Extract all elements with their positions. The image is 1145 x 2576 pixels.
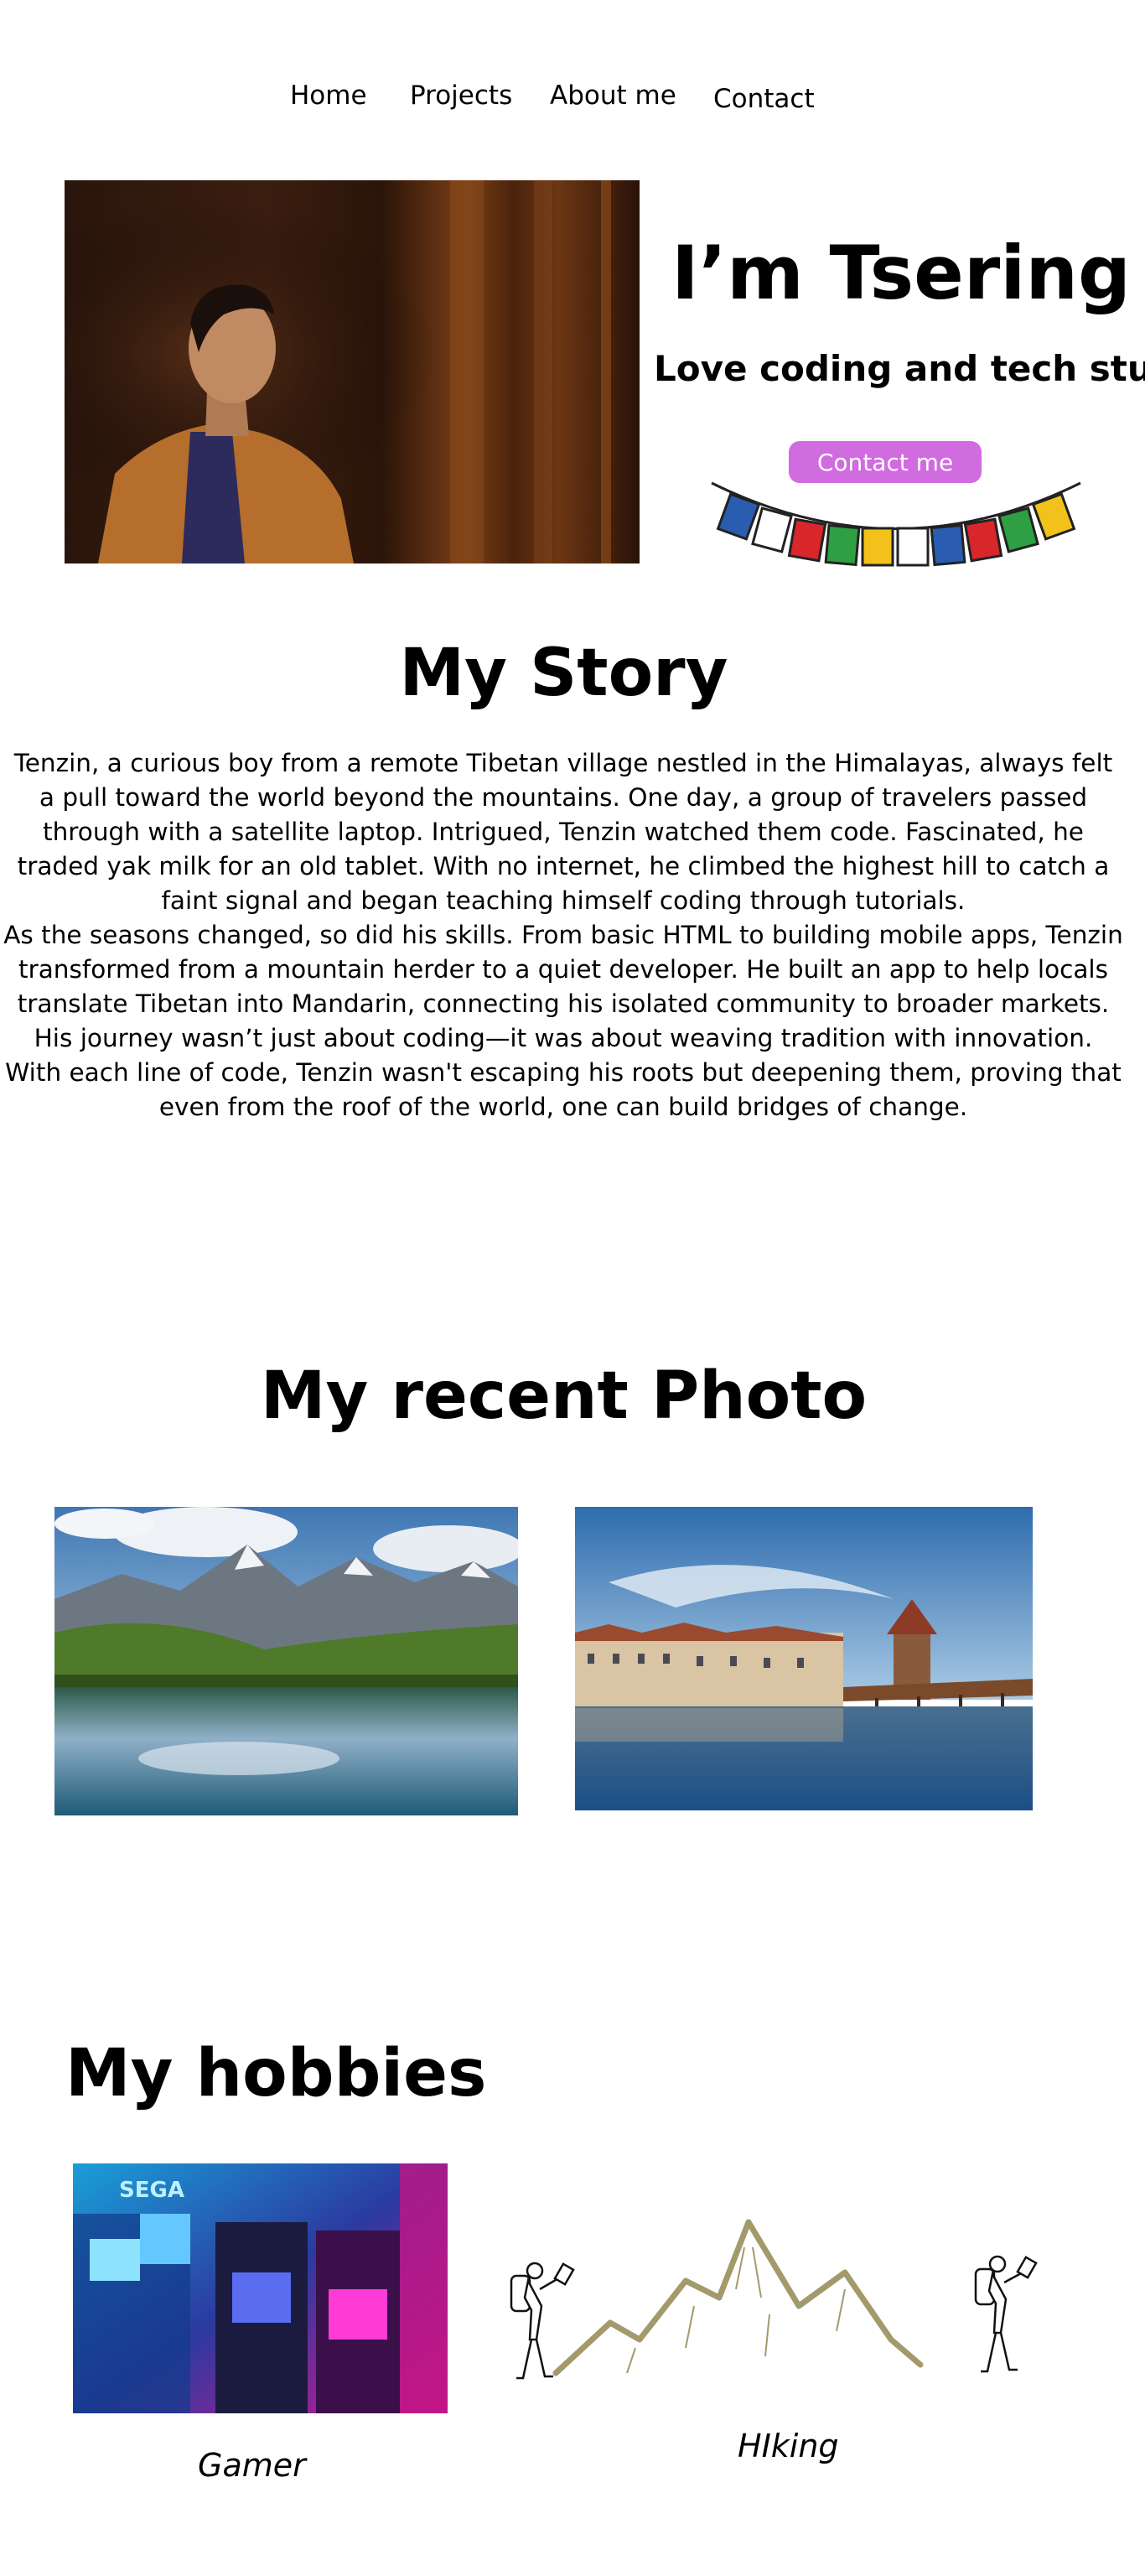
story-paragraph-1: Tenzin, a curious boy from a remote Tibe… — [13, 749, 1113, 915]
story-text: Tenzin, a curious boy from a remote Tibe… — [3, 746, 1123, 1124]
story-title: My Story — [399, 636, 728, 711]
hobbies-title: My hobbies — [65, 2036, 487, 2111]
arcade-photo: SEGA — [73, 2163, 448, 2413]
svg-text:SEGA: SEGA — [119, 2178, 184, 2203]
nav-contact-link[interactable]: Contact — [713, 84, 815, 114]
contact-me-button[interactable]: Contact me — [789, 441, 982, 483]
story-paragraph-2: As the seasons changed, so did his skill… — [3, 921, 1123, 1121]
hobby-caption-hiking: HIking — [738, 2428, 839, 2464]
hero-subtitle: Love coding and tech stuffs — [654, 348, 1145, 389]
lakeside-town-photo — [575, 1507, 1033, 1810]
hero-portrait-image — [65, 180, 640, 564]
prayer-flags-icon — [708, 478, 1084, 572]
hobby-caption-gamer: Gamer — [198, 2447, 306, 2484]
hiking-illustration — [493, 2214, 1046, 2390]
mountain-lake-photo — [54, 1507, 518, 1815]
nav-home-link[interactable]: Home — [290, 80, 367, 111]
hero-title: I’m Tsering — [671, 230, 1132, 316]
top-nav: Home Projects About me Contact — [0, 77, 1145, 119]
nav-about-link[interactable]: About me — [550, 80, 676, 111]
nav-projects-link[interactable]: Projects — [410, 80, 512, 111]
photos-title: My recent Photo — [260, 1358, 868, 1434]
